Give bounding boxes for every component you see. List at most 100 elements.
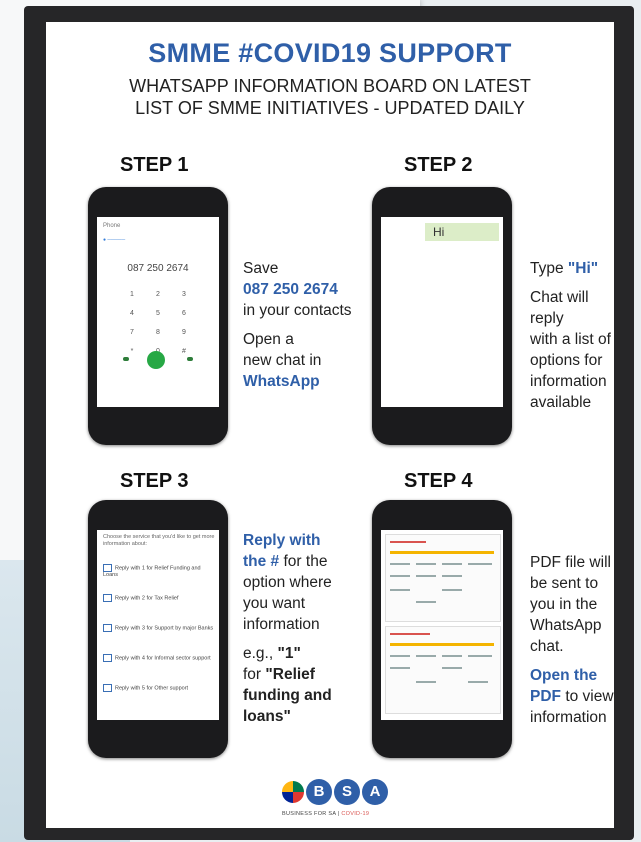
pdf-header-bar [390,551,494,554]
pdf-text [416,681,436,683]
step-3-relief-line: for "Relief [243,664,353,685]
pdf-text [442,563,462,565]
step-4-line: information [530,709,607,726]
pdf-text [416,575,436,577]
logo-letter-s: S [334,779,360,805]
pdf-heading [390,541,426,543]
step-4-to-view: to view [565,688,614,705]
key: 7 [130,329,134,336]
step-4-open-the: Open the [530,667,598,684]
step-3-label: STEP 3 [120,470,189,492]
step-2-line: information [530,373,607,390]
step-4-pdf: PDF [530,688,561,705]
pdf-heading [390,633,430,635]
document-icon [103,684,112,692]
option-text: Reply with 1 for Relief Funding and Loan… [103,565,201,579]
pdf-page [385,626,501,714]
step-3-line: information [243,616,320,633]
option-text: Reply with 4 for Informal sector support [115,655,211,662]
step-3-eg: e.g., [243,645,274,662]
document-icon [103,564,112,572]
pdf-text [468,655,492,657]
step-2-hi: "Hi" [567,260,599,277]
document-icon [103,654,112,662]
step-3-relief: "Relief [265,666,315,683]
step-4-line: WhatsApp [530,617,602,634]
step-4-label: STEP 4 [404,470,473,492]
pdf-text [468,563,492,565]
pdf-text [390,563,410,565]
pdf-screen [381,530,503,720]
pdf-text [416,655,436,657]
key: 1 [130,291,134,298]
step-4-line: you in the [530,596,598,613]
chat-bubble: Hi [425,223,499,241]
step-2-label: STEP 2 [404,154,473,176]
step-2-type: Type [530,260,564,277]
bsa-logo: B S A BUSINESS FOR SA | COVID-19 [282,777,402,827]
key: 8 [156,329,160,336]
pdf-text [442,655,462,657]
pdf-text [390,589,410,591]
step-3-line: you want [243,595,306,612]
key: 2 [156,291,160,298]
document-icon [103,594,112,602]
step-3-description: Reply with the # for the option where yo… [243,530,353,727]
step-4-line: be sent to [530,575,599,592]
pdf-text [442,589,462,591]
key: 5 [156,310,160,317]
logo-letter-b: B [306,779,332,805]
step-4-description: PDF file will be sent to you in the What… [530,552,614,728]
step-2-description: Type "Hi" Chat will reply with a list of… [530,258,614,413]
backspace-icon [187,357,193,361]
step-3-eg-value: "1" [277,645,301,662]
option-item: Reply with 5 for Other support [103,684,215,692]
pdf-header-bar [390,643,494,646]
option-item: Reply with 3 for Support by major Banks [103,624,215,632]
step-3-line: option where [243,574,332,591]
poster: SMME #COVID19 SUPPORT WHATSAPP INFORMATI… [46,22,614,828]
step-4-pdf-line: PDF to view [530,686,614,707]
key: 4 [130,310,134,317]
dialer-keypad: 123 456 789 *0# [119,283,199,359]
call-icon [147,351,165,369]
options-intro: Choose the service that you'd like to ge… [103,534,215,547]
step-2-line: with a list of [530,331,611,348]
step-3-hash: the # [243,553,280,570]
chat-screen: Hi [381,217,503,407]
dialer-app-label: Phone [103,223,121,229]
dialer-screen: Phone ● ───── 087 250 2674 123 456 789 *… [97,217,219,407]
poster-subtitle-line2: LIST OF SMME INITIATIVES - UPDATED DAILY [135,98,525,118]
pdf-text [416,563,436,565]
option-item: Reply with 1 for Relief Funding and Loan… [103,564,215,579]
logo-tagline: BUSINESS FOR SA | COVID-19 [282,811,412,817]
step-3-for: for [243,666,262,683]
step-4-line: chat. [530,638,564,655]
pdf-text [390,575,410,577]
step-3-reply-with: Reply with [243,532,321,549]
dialer-number: 087 250 2674 [127,263,189,274]
options-screen: Choose the service that you'd like to ge… [97,530,219,720]
option-item: Reply with 2 for Tax Relief [103,594,215,602]
poster-subtitle-line1: WHATSAPP INFORMATION BOARD ON LATEST [129,76,531,96]
pdf-text [442,575,462,577]
step-4-line: PDF file will [530,554,611,571]
step-3-relief: funding and [243,687,332,704]
step-3-relief: loans" [243,708,291,725]
step-3-hash-line: the # for the [243,551,353,572]
step-2-line: Chat will reply [530,289,589,327]
south-africa-flag-icon [282,781,304,803]
video-call-icon [123,357,129,361]
dialer-contact-row: ● ───── [103,237,126,243]
pdf-text [442,667,462,669]
key: 3 [182,291,186,298]
poster-title: SMME #COVID19 SUPPORT [148,38,512,68]
step-1-label: STEP 1 [120,154,189,176]
step-2-line: options for [530,352,603,369]
key: # [182,348,186,355]
option-text: Reply with 2 for Tax Relief [115,595,179,602]
step-2-type-line: Type "Hi" [530,258,614,279]
key: 6 [182,310,186,317]
step-3-for-the: for the [283,553,328,570]
pdf-text [390,667,410,669]
